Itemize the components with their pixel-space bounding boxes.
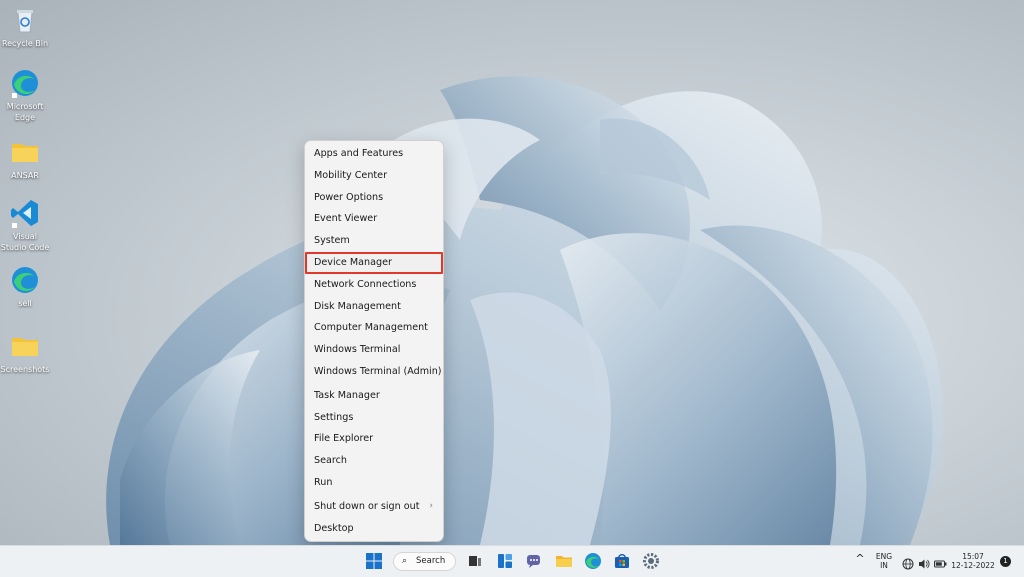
menu-item-file-explorer[interactable]: File Explorer [305,428,443,450]
store-icon [615,554,629,568]
winx-context-menu: Apps and Features Mobility Center Power … [304,140,444,542]
speaker-icon [919,559,930,569]
menu-item-windows-terminal[interactable]: Windows Terminal [305,339,443,361]
task-view-button[interactable] [466,552,484,570]
desktop-icon-label: sell [18,299,32,308]
menu-item-label: Power Options [314,191,384,203]
edge-icon [10,68,40,98]
language-label: ENG [875,552,893,561]
menu-item-label: Apps and Features [314,148,404,159]
battery-button[interactable] [934,555,947,568]
language-indicator[interactable]: ENG IN [872,552,896,570]
menu-item-event-viewer[interactable]: Event Viewer [305,208,443,230]
folder-icon [10,331,40,361]
taskbar: ⌕ Search ^ ENG IN 15:07 12-12-2022 1 [0,545,1024,577]
menu-item-device-manager[interactable]: Device Manager [305,251,443,274]
windows-logo-icon [366,553,382,569]
network-status-button[interactable] [902,555,914,570]
menu-item-label: Search [314,455,347,467]
desktop-icon-screenshots[interactable]: Screenshots [0,331,50,375]
settings-taskbar-button[interactable] [642,552,660,570]
bloom-shape [106,76,943,545]
folder-icon [556,556,572,567]
region-label: IN [880,561,888,570]
menu-item-network-connections[interactable]: Network Connections [305,274,443,296]
menu-item-power-options[interactable]: Power Options [305,187,443,209]
battery-icon [934,560,947,568]
menu-item-label: Task Manager [314,389,380,401]
menu-item-label: System [314,235,350,247]
desktop-icon-ansar[interactable]: ANSAR [0,137,50,181]
widgets-icon [498,554,512,568]
desktop-icon-label: Microsoft Edge [6,102,44,122]
recycle-bin-icon [10,5,40,35]
desktop-icon-visual-studio-code[interactable]: Visual Studio Code [0,198,50,253]
taskbar-search-box[interactable]: ⌕ Search [393,552,456,571]
desktop-icon-label: Screenshots [0,365,50,374]
desktop-icon-label: Visual Studio Code [0,232,50,252]
chevron-right-icon: › [429,500,433,511]
desktop-icon-label: ANSAR [11,171,39,180]
menu-item-label: Shut down or sign out [314,500,420,512]
menu-item-desktop[interactable]: Desktop [305,518,443,540]
menu-item-shut-down-or-sign-out[interactable]: Shut down or sign out › [305,496,443,518]
notification-badge[interactable]: 1 [1000,556,1011,567]
menu-item-mobility-center[interactable]: Mobility Center [305,165,443,187]
menu-item-settings[interactable]: Settings [305,407,443,429]
desktop-wallpaper [106,76,943,545]
vscode-icon [10,198,40,228]
menu-item-apps-and-features[interactable]: Apps and Features [305,143,443,165]
search-icon: ⌕ [402,556,408,566]
teams-chat-icon [527,555,540,568]
desktop-icon-label: Recycle Bin [1,39,49,48]
menu-item-label: Windows Terminal (Admin) [314,365,442,377]
clock-date: 12-12-2022 [951,561,995,570]
show-hidden-icons-button[interactable]: ^ [854,553,866,564]
menu-item-system[interactable]: System [305,230,443,252]
menu-item-windows-terminal-admin[interactable]: Windows Terminal (Admin) [305,361,443,383]
file-explorer-taskbar-button[interactable] [555,552,573,570]
task-view-icon [469,556,481,566]
menu-item-task-manager[interactable]: Task Manager [305,385,443,407]
search-label: Search [416,556,446,566]
volume-button[interactable] [918,555,930,569]
desktop-icon-sell[interactable]: sell [0,265,50,309]
menu-item-label: Run [314,476,333,488]
desktop-icon-microsoft-edge[interactable]: Microsoft Edge [0,68,50,123]
clock-time: 15:07 [962,552,984,561]
menu-item-label: Event Viewer [314,213,378,225]
desktop-icon-recycle-bin[interactable]: Recycle Bin [0,5,50,49]
widgets-button[interactable] [496,552,514,570]
menu-item-label: Device Manager [314,256,392,268]
globe-icon [902,558,914,570]
menu-item-label: Computer Management [314,322,428,334]
edge-icon [585,553,601,569]
menu-item-label: File Explorer [314,433,374,445]
chat-button[interactable] [525,552,543,570]
edge-icon [10,265,40,295]
menu-item-label: Settings [314,411,354,423]
menu-item-label: Windows Terminal [314,344,401,356]
menu-item-label: Desktop [314,522,354,534]
folder-icon [10,137,40,167]
menu-item-disk-management[interactable]: Disk Management [305,296,443,318]
start-button[interactable] [365,552,383,570]
menu-item-label: Disk Management [314,300,401,312]
microsoft-store-taskbar-button[interactable] [613,552,631,570]
menu-item-label: Network Connections [314,278,417,290]
menu-item-label: Mobility Center [314,169,388,181]
edge-taskbar-button[interactable] [584,552,602,570]
menu-item-run[interactable]: Run [305,472,443,494]
gear-icon [643,553,659,569]
clock[interactable]: 15:07 12-12-2022 [950,552,996,570]
menu-item-computer-management[interactable]: Computer Management [305,317,443,339]
menu-item-search[interactable]: Search [305,450,443,472]
